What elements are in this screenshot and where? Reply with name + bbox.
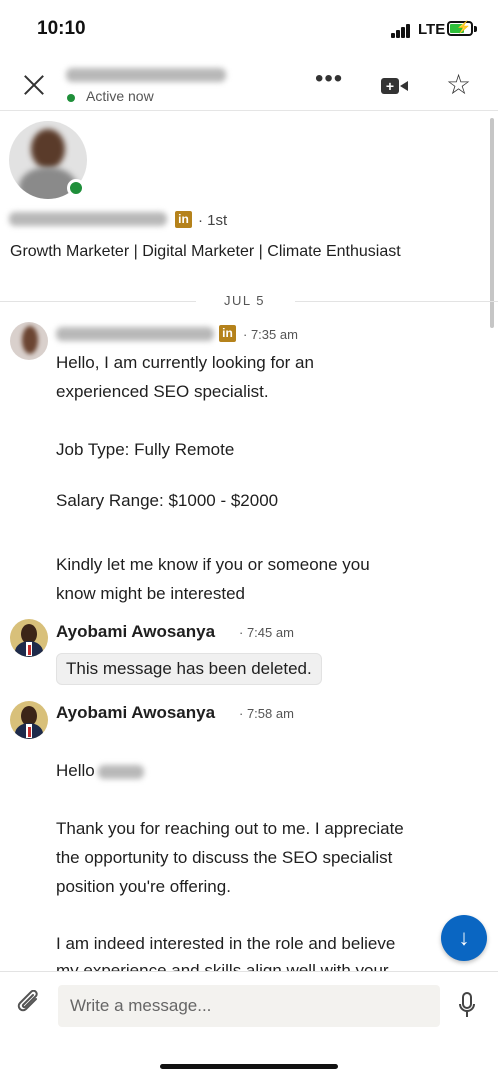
star-icon[interactable]: ☆: [446, 68, 471, 101]
linkedin-premium-icon: in: [219, 325, 236, 342]
date-divider-line: [0, 301, 196, 302]
recipient-name-redacted: [97, 764, 144, 779]
message-line: Kindly let me know if you or someone you: [56, 555, 370, 574]
status-time: 10:10: [37, 18, 86, 39]
message-line: Job Type: Fully Remote: [56, 440, 235, 459]
date-divider-line: [295, 301, 498, 302]
presence-status: Active now: [86, 88, 154, 104]
online-status-dot: [67, 94, 75, 102]
video-call-icon[interactable]: +: [381, 76, 409, 96]
scroll-to-bottom-button[interactable]: ↓: [441, 915, 487, 961]
message-line: experienced SEO specialist.: [56, 382, 269, 401]
message-line: position you're offering.: [56, 877, 231, 896]
sender-name-redacted[interactable]: [56, 327, 214, 341]
message-line: know might be interested: [56, 584, 245, 603]
message-input[interactable]: [58, 985, 440, 1027]
signal-icon: [391, 24, 413, 38]
message-timestamp: · 7:35 am: [243, 327, 298, 342]
message-line: Thank you for reaching out to me. I appr…: [56, 819, 404, 838]
message-line: Hello, I am currently looking for an: [56, 353, 314, 372]
profile-headline: Growth Marketer | Digital Marketer | Cli…: [10, 243, 401, 260]
composer-divider: [0, 971, 498, 972]
more-options-icon[interactable]: •••: [315, 67, 345, 91]
arrow-down-icon: ↓: [458, 925, 470, 950]
close-icon[interactable]: [18, 70, 50, 102]
battery-icon: ⚡: [447, 20, 473, 36]
deleted-message: This message has been deleted.: [56, 653, 322, 685]
sender-avatar[interactable]: [10, 619, 48, 657]
sender-avatar[interactable]: [10, 701, 48, 739]
sender-avatar[interactable]: [10, 322, 48, 360]
profile-name-redacted[interactable]: [9, 212, 167, 226]
message-timestamp: · 7:45 am: [239, 625, 294, 640]
message-line: the opportunity to discuss the SEO speci…: [56, 848, 393, 867]
conversation-header: Active now ••• + ☆: [0, 58, 498, 110]
status-bar: 10:10 LTE ⚡: [0, 0, 498, 58]
message-line: Hello: [56, 756, 144, 785]
online-indicator: [67, 179, 85, 197]
linkedin-premium-icon: in: [175, 211, 192, 228]
microphone-icon[interactable]: [457, 991, 477, 1021]
header-contact-name-redacted[interactable]: [66, 68, 226, 82]
message-line: Salary Range: $1000 - $2000: [56, 491, 279, 510]
sender-name[interactable]: Ayobami Awosanya: [56, 622, 215, 642]
message-line: I am indeed interested in the role and b…: [56, 934, 396, 953]
paperclip-icon[interactable]: [16, 989, 42, 1018]
home-indicator[interactable]: [160, 1064, 338, 1069]
header-divider: [0, 110, 498, 111]
sender-name[interactable]: Ayobami Awosanya: [56, 703, 215, 723]
scrollbar[interactable]: [490, 118, 494, 328]
battery-cap: [474, 26, 477, 32]
network-type: LTE: [418, 21, 446, 38]
connection-degree: · 1st: [198, 212, 228, 229]
message-timestamp: · 7:58 am: [239, 706, 294, 721]
date-divider: JUL 5: [224, 293, 265, 308]
